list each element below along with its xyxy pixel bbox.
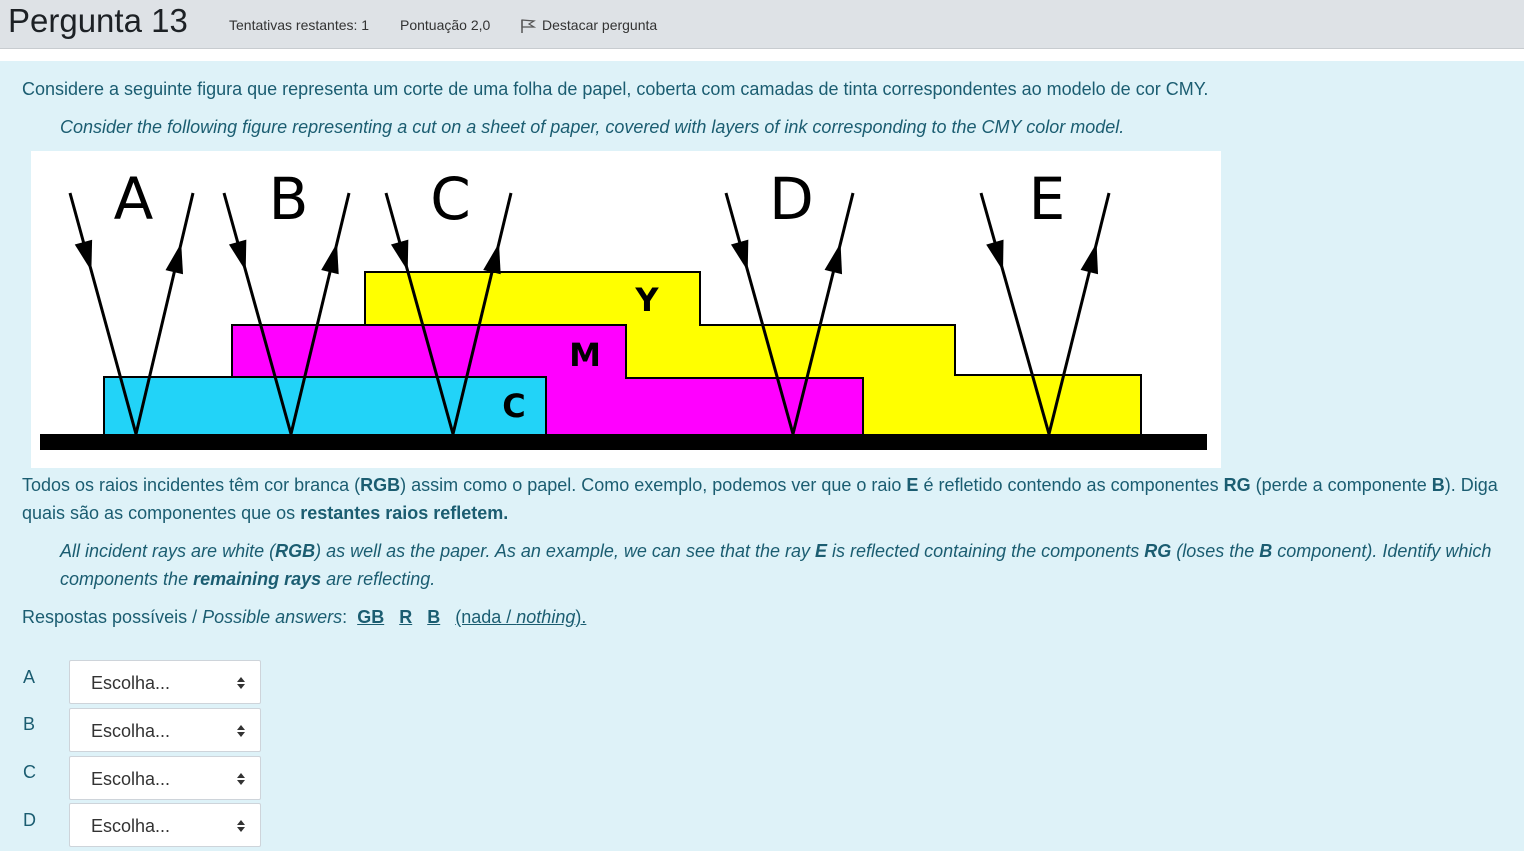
select-ray-c[interactable]: Escolha...	[69, 756, 261, 800]
select-value: Escolha...	[91, 769, 171, 789]
reflected-arrow-c	[483, 243, 501, 275]
sort-arrows-icon	[237, 677, 245, 689]
incident-arrow-c	[390, 239, 409, 271]
row-label-c: C	[23, 762, 36, 782]
row-label-d: D	[23, 810, 36, 830]
cyan-ink-layer	[103, 376, 547, 436]
select-ray-a[interactable]: Escolha...	[69, 660, 261, 704]
flag-icon[interactable]	[520, 18, 536, 34]
question-title: Pergunta 13	[8, 2, 188, 39]
incident-arrow-b	[228, 239, 247, 271]
attempts-remaining: Tentativas restantes: 1	[229, 17, 370, 33]
sort-arrows-icon	[237, 725, 245, 737]
select-value: Escolha...	[91, 673, 171, 693]
ray-label-b: B	[269, 165, 309, 233]
incident-arrow-a	[74, 239, 93, 271]
answer-option-nothing[interactable]: (nada / nothing).	[455, 607, 586, 627]
reflected-arrow-e	[1080, 243, 1099, 275]
answer-option-r[interactable]: R	[399, 607, 412, 627]
row-label-a: A	[23, 667, 36, 687]
select-ray-b[interactable]: Escolha...	[69, 708, 261, 752]
select-value: Escolha...	[91, 816, 171, 836]
body-text-en: All incident rays are white (RGB) as wel…	[60, 541, 1492, 589]
incident-arrow-d	[730, 239, 749, 271]
select-ray-d[interactable]: Escolha...	[69, 803, 261, 847]
flag-question-link[interactable]: Destacar pergunta	[542, 16, 657, 34]
incident-arrow-e	[986, 239, 1004, 271]
answer-option-gb[interactable]: GB	[357, 607, 384, 627]
layer-label-cyan: C	[502, 387, 525, 425]
ink-layers	[40, 271, 1207, 450]
possible-answers: Respostas possíveis / Possible answers: …	[22, 607, 587, 627]
layer-label-magenta: M	[569, 336, 601, 374]
sort-arrows-icon	[237, 820, 245, 832]
ray-label-a: A	[114, 165, 154, 233]
question-score: Pontuação 2,0	[400, 17, 491, 33]
question-content: Considere a seguinte figura que represen…	[0, 61, 1524, 851]
intro-text-en: Consider the following figure representi…	[60, 117, 1125, 137]
reflected-arrow-b	[321, 243, 339, 275]
cmy-figure: A B C D E YM C	[31, 151, 1221, 468]
reflected-arrow-a	[165, 243, 184, 275]
question-header: Pergunta 13 Tentativas restantes: 1 Pont…	[0, 0, 1524, 49]
layer-label-yellow: Y	[634, 281, 659, 319]
intro-text-pt: Considere a seguinte figura que represen…	[22, 79, 1209, 99]
cmy-diagram: A B C D E YM C	[40, 165, 1207, 450]
select-value: Escolha...	[91, 721, 171, 741]
answer-option-b[interactable]: B	[427, 607, 440, 627]
body-text-pt: Todos os raios incidentes têm cor branca…	[22, 475, 1498, 523]
reflected-arrow-d	[824, 243, 843, 275]
sort-arrows-icon	[237, 773, 245, 785]
ray-label-e: E	[1029, 165, 1066, 233]
ray-label-c: C	[430, 165, 471, 233]
paper-baseline	[40, 434, 1207, 450]
row-label-b: B	[23, 714, 36, 734]
ray-label-d: D	[769, 165, 814, 233]
